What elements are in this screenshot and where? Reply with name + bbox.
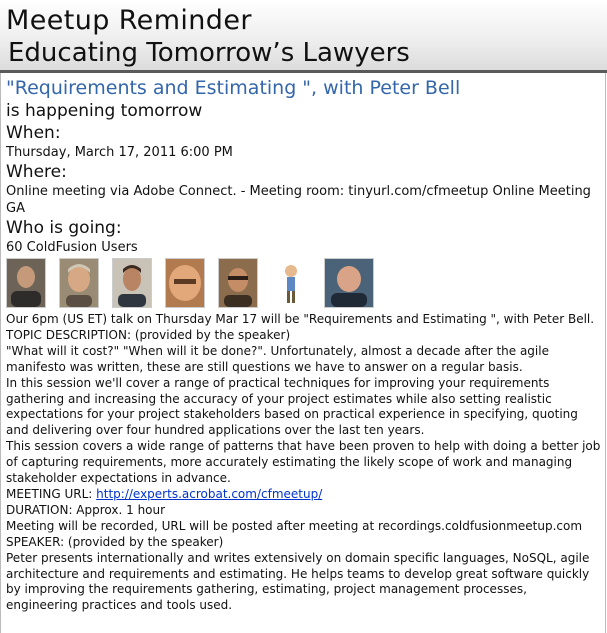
meetup-content: "Requirements and Estimating ", with Pet…: [6, 76, 602, 614]
speaker-label: SPEAKER: (provided by the speaker): [6, 534, 224, 549]
meetup-card: "Requirements and Estimating ", with Pet…: [0, 73, 606, 633]
speaker-bio: Peter presents internationally and write…: [6, 550, 590, 613]
avatar[interactable]: [218, 258, 258, 308]
description-paragraph: In this session we'll cover a range of p…: [6, 375, 578, 438]
where-value: Online meeting via Adobe Connect. - Meet…: [6, 184, 591, 216]
meeting-url-link[interactable]: http://experts.acrobat.com/cfmeetup/: [96, 487, 322, 501]
attendee-avatars: [6, 258, 602, 310]
duration-text: DURATION: Approx. 1 hour: [6, 502, 166, 517]
email-header: Meetup Reminder Educating Tomorrow’s Law…: [0, 0, 607, 73]
event-happening: is happening tomorrow: [6, 101, 203, 121]
meeting-url-line: MEETING URL: http://experts.acrobat.com/…: [6, 487, 602, 503]
who-label: Who is going:: [6, 218, 122, 238]
avatar[interactable]: [112, 258, 152, 308]
event-description: Our 6pm (US ET) talk on Thursday Mar 17 …: [6, 312, 602, 614]
avatar[interactable]: [324, 258, 374, 308]
meeting-url-label: MEETING URL:: [6, 486, 97, 501]
when-value: Thursday, March 17, 2011 6:00 PM: [6, 145, 233, 160]
description-paragraph: "What will it cost?" "When will it be do…: [6, 343, 549, 374]
avatar[interactable]: [165, 258, 205, 308]
when-label: When:: [6, 123, 61, 143]
description-intro: Our 6pm (US ET) talk on Thursday Mar 17 …: [6, 312, 595, 326]
avatar[interactable]: [271, 258, 311, 308]
description-paragraph: This session covers a wide range of patt…: [6, 439, 601, 486]
who-value: 60 ColdFusion Users: [6, 240, 138, 255]
header-title: Meetup Reminder: [6, 5, 252, 36]
topic-description-label: TOPIC DESCRIPTION: (provided by the spea…: [6, 327, 291, 342]
event-title-link[interactable]: "Requirements and Estimating ", with Pet…: [6, 76, 602, 100]
avatar[interactable]: [6, 258, 46, 308]
avatar[interactable]: [59, 258, 99, 308]
recording-text: Meeting will be recorded, URL will be po…: [6, 518, 583, 533]
header-subtitle: Educating Tomorrow’s Lawyers: [8, 38, 410, 68]
where-label: Where:: [6, 162, 67, 182]
